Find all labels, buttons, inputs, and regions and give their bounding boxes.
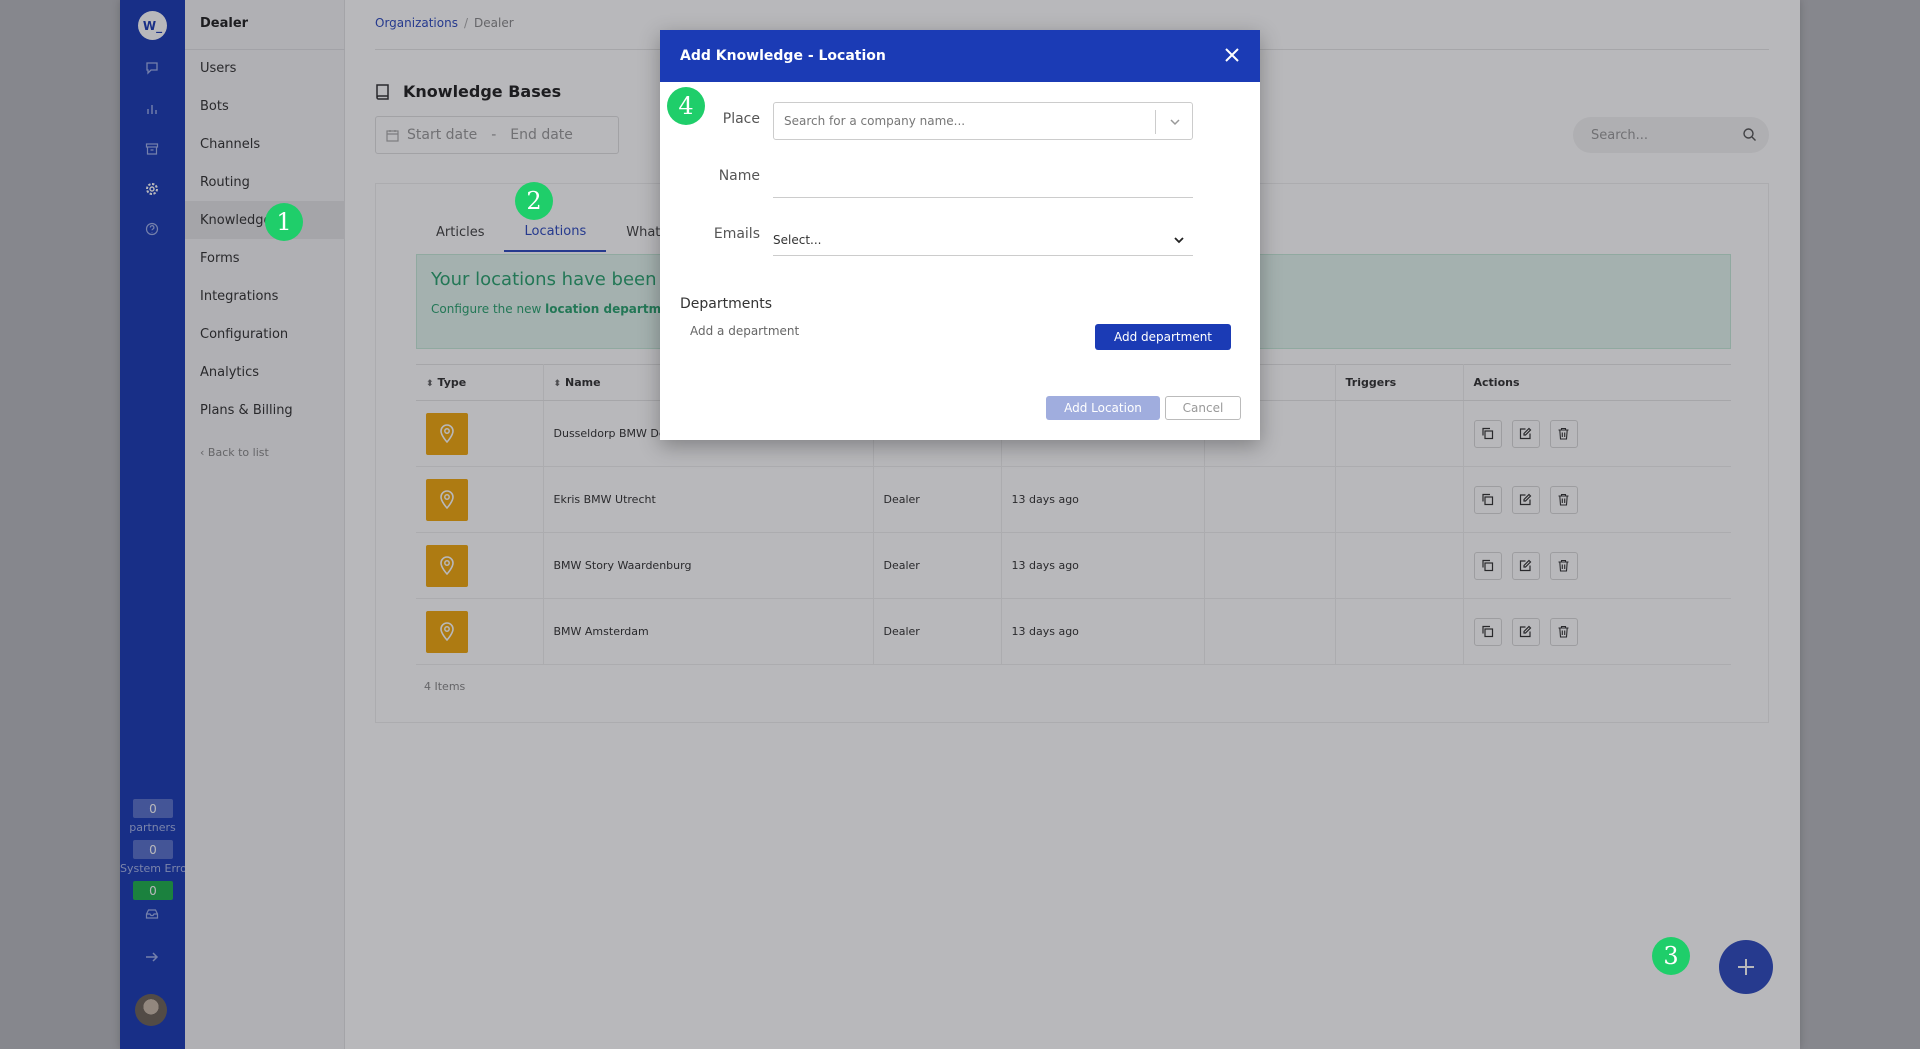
emails-select[interactable]: Select...	[773, 224, 1193, 256]
cancel-button[interactable]: Cancel	[1165, 396, 1241, 420]
name-label: Name	[718, 168, 760, 184]
add-location-modal: Add Knowledge - Location Place Search fo…	[660, 30, 1260, 440]
place-placeholder: Search for a company name...	[784, 114, 966, 128]
name-input[interactable]	[773, 197, 1193, 198]
modal-header: Add Knowledge - Location	[660, 30, 1260, 82]
emails-value: Select...	[773, 232, 822, 247]
chevron-down-icon[interactable]	[1173, 234, 1185, 246]
chevron-down-icon[interactable]	[1168, 115, 1182, 129]
place-search-select[interactable]: Search for a company name...	[773, 102, 1193, 140]
add-department-button[interactable]: Add department	[1095, 324, 1231, 350]
departments-hint: Add a department	[690, 324, 800, 338]
step-badge-3: 3	[1652, 937, 1690, 975]
select-divider	[1155, 110, 1156, 134]
modal-title: Add Knowledge - Location	[680, 48, 886, 64]
add-location-button[interactable]: Add Location	[1046, 396, 1160, 420]
close-icon[interactable]	[1224, 47, 1240, 63]
emails-label: Emails	[713, 226, 760, 242]
step-badge-1: 1	[265, 203, 303, 241]
step-badge-2: 2	[515, 182, 553, 220]
departments-title: Departments	[680, 296, 773, 312]
step-badge-4: 4	[667, 87, 705, 125]
